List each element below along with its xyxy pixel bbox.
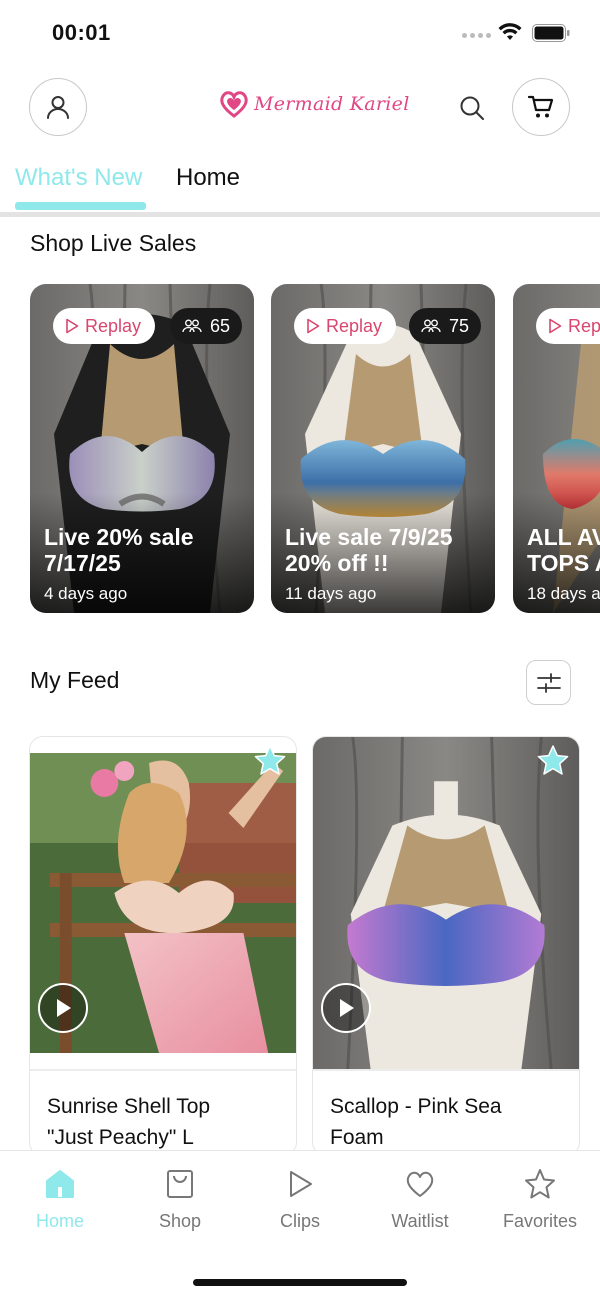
feed-item-card[interactable]: Sunrise Shell Top "Just Peachy" L xyxy=(29,736,297,1156)
play-video-button[interactable] xyxy=(38,983,88,1033)
live-sales-carousel[interactable]: Replay 65 Live 20% sale 7/17/25 4 days a… xyxy=(0,284,600,614)
home-icon xyxy=(46,1170,74,1198)
play-icon xyxy=(290,1171,312,1197)
bottom-nav: Home Shop Clips Waitlist Favorites xyxy=(0,1150,600,1299)
cart-button[interactable] xyxy=(512,78,570,136)
app-header: Mermaid Kariel xyxy=(0,78,600,138)
active-tab-indicator xyxy=(15,202,146,210)
nav-label: Shop xyxy=(158,1211,202,1231)
status-bar: 00:01 xyxy=(0,0,600,66)
product-title: Scallop - Pink Sea Foam xyxy=(330,1095,502,1149)
sliders-icon xyxy=(536,672,561,693)
nav-shop[interactable]: Shop xyxy=(125,1167,235,1232)
nav-label: Home xyxy=(35,1211,84,1231)
user-icon xyxy=(47,96,69,119)
live-sale-date: 11 days ago xyxy=(285,584,377,603)
replay-label: Replay xyxy=(326,315,383,336)
card-divider xyxy=(313,1069,579,1071)
product-title: Sunrise Shell Top "Just Peachy" L xyxy=(47,1095,211,1149)
search-icon[interactable] xyxy=(458,94,486,122)
cart-icon xyxy=(527,95,554,118)
play-icon xyxy=(340,999,354,1017)
play-outline-icon xyxy=(549,318,562,334)
filter-button[interactable] xyxy=(526,660,571,705)
nav-waitlist[interactable]: Waitlist xyxy=(365,1167,475,1232)
live-sale-title: ALL AV TOPS A xyxy=(527,524,600,576)
brand-logo: Mermaid Kariel xyxy=(218,88,410,120)
battery-icon xyxy=(532,24,570,42)
favorite-star-icon[interactable] xyxy=(252,743,288,779)
nav-label: Favorites xyxy=(502,1211,578,1231)
play-video-button[interactable] xyxy=(321,983,371,1033)
card-divider xyxy=(30,1069,296,1071)
live-sale-date: 18 days ag xyxy=(527,584,600,603)
viewer-count: 65 xyxy=(210,315,231,336)
heart-logo-icon xyxy=(220,91,248,118)
feed-item-card[interactable]: Scallop - Pink Sea Foam xyxy=(312,736,580,1156)
nav-label: Waitlist xyxy=(391,1211,449,1231)
brand-name: Mermaid Kariel xyxy=(254,93,410,115)
replay-button[interactable]: Replay xyxy=(53,308,156,344)
play-outline-icon xyxy=(66,318,79,334)
live-sale-title: Live sale 7/9/25 20% off !! xyxy=(285,524,453,576)
tab-whats-new[interactable]: What's New xyxy=(15,164,142,192)
top-tabs: What's New Home xyxy=(0,160,600,218)
play-icon xyxy=(57,999,71,1017)
tab-home[interactable]: Home xyxy=(176,164,240,192)
star-icon xyxy=(525,1169,555,1199)
shopping-bag-icon xyxy=(167,1170,193,1198)
replay-button[interactable]: Replay xyxy=(294,308,397,344)
nav-label: Clips xyxy=(279,1211,320,1231)
profile-button[interactable] xyxy=(29,78,87,136)
heart-icon xyxy=(406,1171,434,1197)
live-sale-card[interactable]: Replay 65 Live 20% sale 7/17/25 4 days a… xyxy=(30,284,254,613)
replay-label: Replay xyxy=(568,315,600,336)
wifi-icon xyxy=(498,23,522,40)
viewer-count-badge: 75 xyxy=(409,308,482,344)
nav-home[interactable]: Home xyxy=(5,1167,115,1232)
viewer-count: 75 xyxy=(449,315,470,336)
group-icon xyxy=(421,319,441,333)
live-sale-title: Live 20% sale 7/17/25 xyxy=(44,524,194,576)
viewer-count-badge: 65 xyxy=(170,308,243,344)
home-indicator xyxy=(193,1279,407,1286)
tabs-divider xyxy=(0,212,600,217)
feed-title: My Feed xyxy=(30,667,120,693)
favorite-star-icon[interactable] xyxy=(535,743,571,779)
signal-icon xyxy=(462,33,491,38)
replay-button[interactable]: Replay xyxy=(536,308,600,344)
nav-clips[interactable]: Clips xyxy=(245,1167,355,1232)
play-outline-icon xyxy=(307,318,320,334)
status-time: 00:01 xyxy=(52,20,111,45)
replay-label: Replay xyxy=(85,315,142,336)
live-sales-title: Shop Live Sales xyxy=(30,230,197,256)
live-sale-date: 4 days ago xyxy=(44,584,128,603)
live-sale-card[interactable]: Replay 75 Live sale 7/9/25 20% off !! 11… xyxy=(271,284,495,613)
nav-favorites[interactable]: Favorites xyxy=(485,1167,595,1232)
live-sale-card[interactable]: Replay ALL AV TOPS A 18 days ag xyxy=(513,284,600,613)
group-icon xyxy=(182,319,202,333)
